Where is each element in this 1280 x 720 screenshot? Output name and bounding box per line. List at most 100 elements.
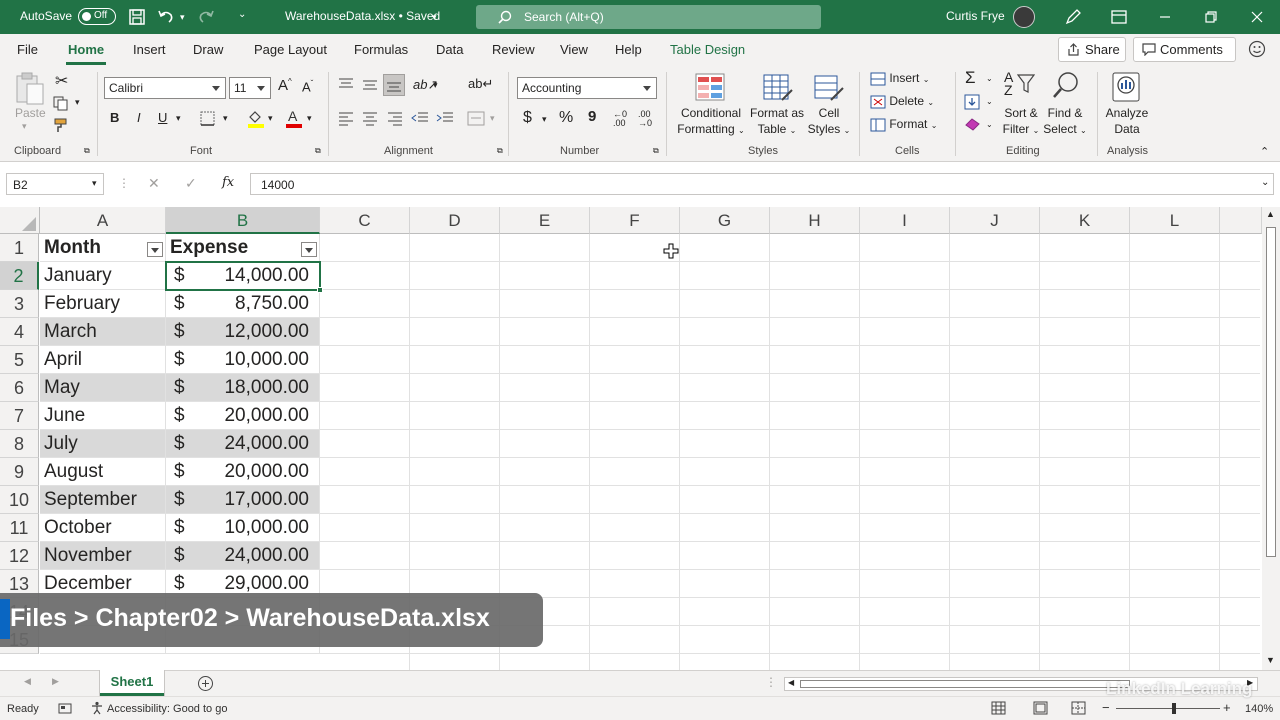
month-cell[interactable]: March bbox=[40, 318, 166, 346]
tab-page-layout[interactable]: Page Layout bbox=[254, 42, 327, 57]
month-cell[interactable]: February bbox=[40, 290, 166, 318]
decrease-indent-icon[interactable] bbox=[411, 112, 429, 126]
normal-view-icon[interactable] bbox=[991, 701, 1006, 715]
search-box[interactable]: Search (Alt+Q) bbox=[476, 5, 821, 29]
tab-file[interactable]: File bbox=[17, 42, 38, 57]
row-header[interactable]: 8 bbox=[0, 430, 39, 458]
row-header[interactable]: 11 bbox=[0, 514, 39, 542]
filter-dropdown-month[interactable] bbox=[147, 242, 163, 257]
month-cell[interactable]: April bbox=[40, 346, 166, 374]
scroll-up-icon[interactable]: ▲ bbox=[1266, 209, 1275, 219]
cell-styles-button[interactable]: Cell Styles ⌄ bbox=[805, 105, 853, 139]
align-center-icon[interactable] bbox=[362, 112, 378, 126]
feedback-smiley-icon[interactable] bbox=[1248, 40, 1266, 58]
page-break-view-icon[interactable] bbox=[1071, 701, 1086, 715]
column-header-l[interactable]: L bbox=[1130, 207, 1220, 234]
underline-dropdown-icon[interactable]: ▾ bbox=[176, 113, 181, 124]
row-header[interactable]: 12 bbox=[0, 542, 39, 570]
row-header[interactable]: 7 bbox=[0, 402, 39, 430]
row-header[interactable]: 6 bbox=[0, 374, 39, 402]
column-header-k[interactable]: K bbox=[1040, 207, 1130, 234]
fill-color-dropdown-icon[interactable]: ▾ bbox=[268, 113, 273, 124]
cut-icon[interactable]: ✂ bbox=[55, 71, 68, 91]
row-header[interactable]: 1 bbox=[0, 234, 39, 262]
top-align-icon[interactable] bbox=[338, 78, 354, 92]
clear-icon[interactable] bbox=[964, 117, 982, 131]
tab-formulas[interactable]: Formulas bbox=[354, 42, 408, 57]
vertical-scrollbar[interactable]: ▲ ▼ bbox=[1262, 207, 1280, 670]
month-cell[interactable]: January bbox=[40, 262, 166, 290]
month-cell[interactable]: November bbox=[40, 542, 166, 570]
tab-table-design[interactable]: Table Design bbox=[670, 42, 745, 57]
sort-filter-button[interactable]: Sort & Filter ⌄ bbox=[999, 105, 1043, 139]
zoom-in-icon[interactable]: + bbox=[1223, 700, 1231, 715]
wrap-text-icon[interactable]: ab↵ bbox=[468, 76, 493, 92]
ribbon-display-icon[interactable] bbox=[1109, 7, 1129, 27]
select-all-corner[interactable] bbox=[0, 207, 40, 234]
column-header-i[interactable]: I bbox=[860, 207, 950, 234]
table-header-expense[interactable]: Expense bbox=[166, 234, 320, 262]
conditional-formatting-icon[interactable] bbox=[694, 72, 728, 104]
sort-filter-icon[interactable]: AZ bbox=[1004, 70, 1013, 97]
fill-dropdown-icon[interactable]: ⌄ bbox=[986, 97, 993, 106]
borders-dropdown-icon[interactable]: ▾ bbox=[223, 113, 228, 124]
paste-label[interactable]: Paste bbox=[15, 106, 46, 120]
expense-cell[interactable]: $17,000.00 bbox=[166, 486, 320, 514]
cancel-entry-icon[interactable]: ✕ bbox=[148, 175, 160, 192]
title-dropdown-icon[interactable]: ▾ bbox=[432, 12, 437, 23]
align-left-icon[interactable] bbox=[338, 112, 354, 126]
expense-cell[interactable]: $24,000.00 bbox=[166, 542, 320, 570]
row-header[interactable]: 4 bbox=[0, 318, 39, 346]
scroll-down-icon[interactable]: ▼ bbox=[1266, 655, 1275, 665]
month-cell[interactable]: July bbox=[40, 430, 166, 458]
merge-dropdown-icon[interactable]: ▾ bbox=[490, 113, 495, 124]
horizontal-scroll-thumb[interactable] bbox=[800, 680, 1130, 688]
font-size-select[interactable]: 11 bbox=[229, 77, 271, 99]
insert-function-button[interactable]: fx bbox=[222, 175, 234, 190]
scroll-left-icon[interactable]: ◀ bbox=[788, 678, 794, 687]
font-name-select[interactable]: Calibri bbox=[104, 77, 226, 99]
alignment-launcher-icon[interactable]: ⧉ bbox=[497, 146, 503, 156]
number-launcher-icon[interactable]: ⧉ bbox=[653, 146, 659, 156]
accounting-format-button[interactable]: $ bbox=[523, 109, 532, 127]
restore-icon[interactable] bbox=[1201, 7, 1221, 27]
page-layout-view-icon[interactable] bbox=[1033, 701, 1048, 715]
table-header-month[interactable]: Month bbox=[40, 234, 166, 262]
insert-cells-button[interactable]: Insert ⌄ bbox=[870, 71, 929, 86]
row-header[interactable]: 2 bbox=[0, 262, 39, 290]
find-select-button[interactable]: Find & Select ⌄ bbox=[1042, 105, 1088, 139]
avatar[interactable] bbox=[1013, 6, 1035, 28]
format-cells-button[interactable]: Format ⌄ bbox=[870, 117, 937, 132]
conditional-formatting-button[interactable]: Conditional Formatting ⌄ bbox=[673, 105, 749, 139]
save-icon[interactable] bbox=[127, 7, 147, 27]
tab-help[interactable]: Help bbox=[615, 42, 642, 57]
accessibility-icon[interactable] bbox=[90, 701, 104, 715]
column-header-f[interactable]: F bbox=[590, 207, 680, 234]
tab-review[interactable]: Review bbox=[492, 42, 535, 57]
share-button[interactable]: Share bbox=[1058, 37, 1126, 62]
collapse-ribbon-icon[interactable]: ⌃ bbox=[1260, 145, 1269, 158]
minimize-icon[interactable] bbox=[1155, 7, 1175, 27]
column-header-c[interactable]: C bbox=[320, 207, 410, 234]
comma-style-button[interactable]: 9 bbox=[588, 108, 596, 125]
fill-handle[interactable] bbox=[317, 287, 323, 293]
decrease-font-icon[interactable]: Aˇ bbox=[302, 79, 313, 94]
confirm-entry-icon[interactable]: ✓ bbox=[185, 175, 197, 192]
tab-draw[interactable]: Draw bbox=[193, 42, 223, 57]
customize-qat-icon[interactable]: ⌄ bbox=[238, 9, 246, 20]
column-header-partial[interactable] bbox=[1220, 207, 1262, 234]
bottom-align-button[interactable] bbox=[383, 74, 405, 96]
formula-input[interactable]: 14000 bbox=[250, 173, 1274, 195]
increase-font-icon[interactable]: A^ bbox=[278, 77, 292, 94]
user-name[interactable]: Curtis Frye bbox=[946, 9, 1005, 23]
expense-cell[interactable]: $10,000.00 bbox=[166, 514, 320, 542]
autosum-icon[interactable]: Σ bbox=[965, 68, 976, 88]
vertical-scroll-thumb[interactable] bbox=[1266, 227, 1276, 557]
expense-cell[interactable]: $20,000.00 bbox=[166, 458, 320, 486]
decrease-decimal-icon[interactable]: .00 →0 bbox=[638, 110, 652, 128]
delete-cells-button[interactable]: Delete ⌄ bbox=[870, 94, 934, 109]
increase-indent-icon[interactable] bbox=[436, 112, 454, 126]
name-box[interactable]: B2 bbox=[6, 173, 104, 195]
expand-formula-bar-icon[interactable]: ⌄ bbox=[1261, 177, 1269, 188]
row-header[interactable]: 10 bbox=[0, 486, 39, 514]
